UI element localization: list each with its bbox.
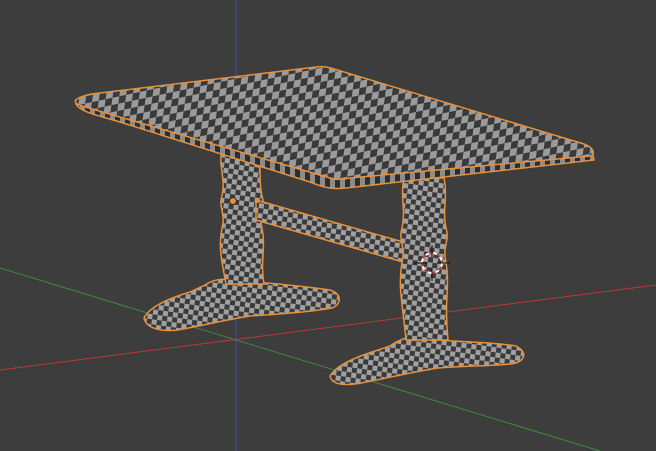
stretcher-bar: [255, 199, 411, 265]
back-leg-foot: [143, 278, 340, 332]
object-origin-icon[interactable]: [229, 197, 237, 205]
front-leg-foot: [329, 336, 525, 386]
3d-viewport[interactable]: [0, 0, 656, 451]
tabletop-surface: [74, 65, 595, 181]
viewport-canvas[interactable]: [0, 0, 656, 451]
table-object[interactable]: [74, 65, 595, 386]
